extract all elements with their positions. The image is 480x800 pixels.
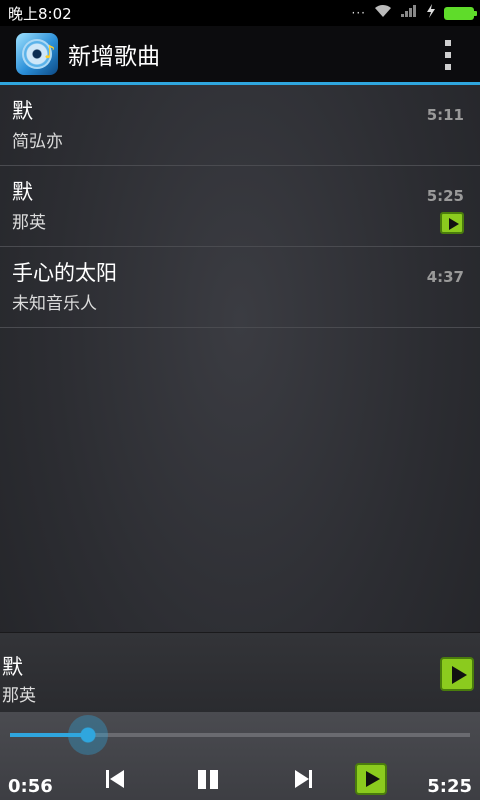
music-player-screen: 晚上8:02 ··· ♪ 新增歌曲 默 简弘亦 5:11 默 那英 5:25 手… [0, 0, 480, 800]
battery-icon [444, 6, 477, 20]
wifi-icon [374, 4, 392, 22]
song-artist: 简弘亦 [12, 132, 63, 152]
next-track-button[interactable] [292, 768, 314, 790]
now-playing-indicator-icon [440, 212, 464, 234]
current-time: 0:56 [8, 776, 53, 797]
seek-thumb[interactable] [68, 715, 109, 755]
seek-bar[interactable] [10, 715, 470, 755]
play-icon[interactable] [440, 657, 474, 691]
song-title: 默 [12, 180, 33, 204]
play-button[interactable] [355, 763, 387, 795]
song-duration: 4:37 [426, 268, 464, 286]
previous-track-button[interactable] [104, 768, 126, 790]
status-indicators: ··· [351, 0, 477, 26]
now-playing-title: 默 [2, 655, 23, 679]
song-list: 默 简弘亦 5:11 默 那英 5:25 手心的太阳 未知音乐人 4:37 [0, 85, 480, 328]
total-time: 5:25 [427, 776, 472, 797]
song-artist: 未知音乐人 [12, 294, 97, 314]
song-duration: 5:11 [426, 106, 464, 124]
song-row[interactable]: 默 那英 5:25 [0, 166, 480, 247]
app-logo-icon[interactable]: ♪ [16, 33, 58, 75]
now-playing-panel[interactable]: 默 那英 [0, 632, 480, 713]
signal-icon [400, 4, 418, 22]
action-bar: ♪ 新增歌曲 [0, 26, 480, 85]
page-title: 新增歌曲 [68, 44, 160, 70]
song-title: 手心的太阳 [12, 261, 117, 285]
song-duration: 5:25 [426, 187, 464, 205]
overflow-menu-icon[interactable] [444, 40, 452, 70]
song-row[interactable]: 默 简弘亦 5:11 [0, 85, 480, 166]
status-time: 晚上8:02 [8, 4, 72, 23]
charging-icon [426, 4, 436, 22]
status-bar: 晚上8:02 ··· [0, 0, 480, 26]
now-playing-artist: 那英 [2, 686, 36, 706]
song-row[interactable]: 手心的太阳 未知音乐人 4:37 [0, 247, 480, 328]
player-controls: 0:56 5:25 [0, 712, 480, 800]
song-artist: 那英 [12, 213, 46, 233]
song-title: 默 [12, 99, 33, 123]
pause-button[interactable] [196, 768, 222, 790]
notification-dots-icon: ··· [351, 6, 366, 20]
